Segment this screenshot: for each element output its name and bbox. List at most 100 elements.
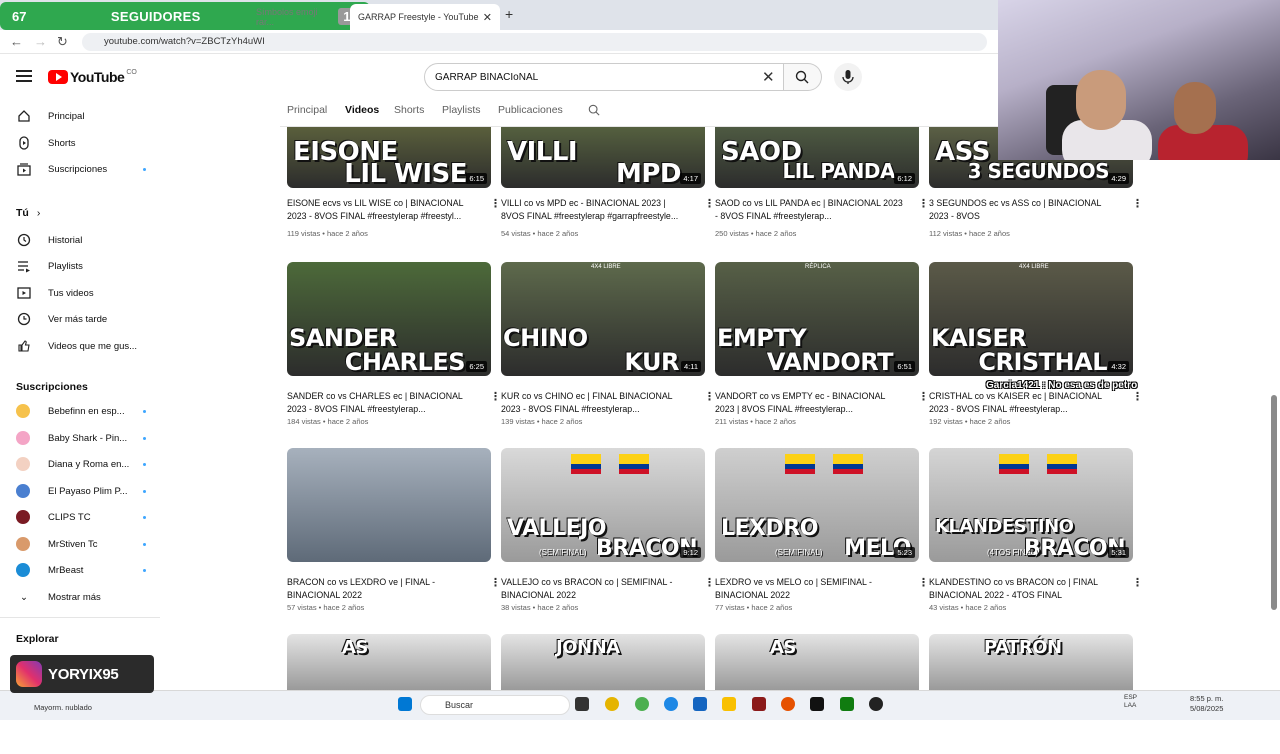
- video-thumbnail[interactable]: AS: [715, 634, 919, 690]
- video-card[interactable]: EISONE LIL WISE 6:15 EISONE ecvs vs LIL WIS…: [287, 127, 501, 247]
- task-view-icon[interactable]: [575, 697, 589, 711]
- forward-icon[interactable]: →: [34, 34, 47, 49]
- chrome-icon[interactable]: [635, 697, 649, 711]
- video-title[interactable]: VALLEJO co vs BRACON co | SEMIFINAL - BI…: [501, 576, 691, 602]
- url-field[interactable]: youtube.com/watch?v=ZBCTzYh4uWI: [82, 33, 987, 51]
- video-thumbnail[interactable]: AS: [287, 634, 491, 690]
- video-title[interactable]: KUR co vs CHINO ec | FINAL BINACIONAL 20…: [501, 390, 691, 416]
- sidebar-item-tus-videos[interactable]: Tus videos: [16, 283, 146, 303]
- video-thumbnail[interactable]: PATRÓN: [929, 634, 1133, 690]
- sidebar-item-suscripciones[interactable]: Suscripciones: [16, 159, 146, 179]
- tab-publicaciones[interactable]: Publicaciones: [498, 104, 563, 116]
- app-icon[interactable]: [605, 697, 619, 711]
- clear-search-icon[interactable]: ✕: [762, 68, 775, 86]
- edge-icon[interactable]: [664, 697, 678, 711]
- search-button[interactable]: [784, 63, 822, 91]
- subscription-item[interactable]: MrBeast: [16, 560, 146, 580]
- video-title[interactable]: KLANDESTINO co vs BRACON co | FINAL BINA…: [929, 576, 1119, 602]
- sidebar-you-header[interactable]: Tú ›: [16, 203, 146, 223]
- video-title[interactable]: VANDORT co vs EMPTY ec - BINACIONAL 2023…: [715, 390, 905, 416]
- youtube-logo[interactable]: YouTube CO: [48, 69, 137, 85]
- search-input[interactable]: GARRAP BINACIoNAL: [424, 63, 784, 91]
- browser-tab-emoji[interactable]: Símbolos emoji rar...: [248, 4, 344, 30]
- video-title[interactable]: 3 SEGUNDOS ec vs ASS co | BINACIONAL 202…: [929, 197, 1119, 223]
- video-card[interactable]: SANDER CHARLES 6:25 SANDER co vs CHARLES ec…: [287, 262, 501, 426]
- tiktok-icon[interactable]: [810, 697, 824, 711]
- video-thumbnail[interactable]: EMPTY VANDORT RÉPLICA 6:51: [715, 262, 919, 376]
- more-options-icon[interactable]: ⋮: [918, 576, 929, 589]
- more-options-icon[interactable]: ⋮: [918, 197, 929, 210]
- sidebar-item-liked-videos[interactable]: Videos que me gus...: [16, 336, 146, 356]
- more-options-icon[interactable]: ⋮: [1132, 197, 1143, 210]
- video-thumbnail[interactable]: LEXDRO MELO (SEMIFINAL) 5:23: [715, 448, 919, 562]
- subscription-item[interactable]: Diana y Roma en...: [16, 454, 146, 474]
- sidebar-item-shorts[interactable]: Shorts: [16, 133, 146, 153]
- video-title[interactable]: EISONE ecvs vs LIL WISE co | BINACIONAL …: [287, 197, 477, 223]
- more-options-icon[interactable]: ⋮: [490, 197, 501, 210]
- video-thumbnail[interactable]: JONNA: [501, 634, 705, 690]
- scrollbar-thumb[interactable]: [1271, 395, 1277, 610]
- new-tab-button[interactable]: +: [505, 6, 513, 22]
- close-tab-icon[interactable]: ✕: [483, 11, 492, 24]
- more-options-icon[interactable]: ⋮: [1132, 576, 1143, 589]
- weather-widget[interactable]: Mayorm. nublado: [34, 703, 92, 712]
- tab-principal[interactable]: Principal: [287, 104, 327, 116]
- sidebar-item-playlists[interactable]: Playlists: [16, 256, 146, 276]
- video-card[interactable]: KAISER CRISTHAL 4X4 LIBRE 4:32 CRISTHAL co v…: [929, 262, 1143, 426]
- sidebar-item-ver-mas-tarde[interactable]: Ver más tarde: [16, 309, 146, 329]
- video-card[interactable]: SAOD LIL PANDA 6:12 SAOD co vs LIL PANDA ec…: [715, 127, 929, 247]
- video-thumbnail[interactable]: VALLEJO BRACON (SEMIFINAL) 9:12: [501, 448, 705, 562]
- more-options-icon[interactable]: ⋮: [704, 390, 715, 403]
- video-card[interactable]: VALLEJO BRACON (SEMIFINAL) 9:12 VALLEJO co v…: [501, 448, 715, 612]
- more-options-icon[interactable]: ⋮: [704, 576, 715, 589]
- taskbar-search[interactable]: Buscar: [420, 695, 570, 715]
- illustrator-icon[interactable]: [752, 697, 766, 711]
- subscription-item[interactable]: CLIPS TC: [16, 507, 146, 527]
- video-card[interactable]: EMPTY VANDORT RÉPLICA 6:51 VANDORT co vs EMP…: [715, 262, 929, 426]
- tab-shorts[interactable]: Shorts: [394, 104, 424, 116]
- video-title[interactable]: VILLI co vs MPD ec - BINACIONAL 2023 | 8…: [501, 197, 691, 223]
- subscription-item[interactable]: El Payaso Plim P...: [16, 481, 146, 501]
- more-options-icon[interactable]: ⋮: [918, 390, 929, 403]
- video-thumbnail[interactable]: [287, 448, 491, 562]
- video-thumbnail[interactable]: SAOD LIL PANDA 6:12: [715, 127, 919, 188]
- sidebar-item-historial[interactable]: Historial: [16, 230, 146, 250]
- obs-icon[interactable]: [869, 697, 883, 711]
- voice-search-button[interactable]: [834, 63, 862, 91]
- language-indicator[interactable]: ESP LAA: [1124, 694, 1137, 710]
- video-thumbnail[interactable]: KLANDESTINO BRACON (4TOS FINAL) 5:31: [929, 448, 1133, 562]
- video-card[interactable]: CHINO KUR 4X4 LIBRE 4:11 KUR co vs CHINO ec …: [501, 262, 715, 426]
- more-options-icon[interactable]: ⋮: [490, 390, 501, 403]
- subscription-item[interactable]: MrStiven Tc: [16, 534, 146, 554]
- firefox-icon[interactable]: [781, 697, 795, 711]
- video-thumbnail[interactable]: SANDER CHARLES 6:25: [287, 262, 491, 376]
- more-options-icon[interactable]: ⋮: [490, 576, 501, 589]
- show-more-button[interactable]: ⌄ Mostrar más: [16, 587, 146, 607]
- tab-playlists[interactable]: Playlists: [442, 104, 481, 116]
- subscription-item[interactable]: Bebefinn en esp...: [16, 401, 146, 421]
- video-thumbnail[interactable]: VILLI MPD 4:17: [501, 127, 705, 188]
- browser-tab-youtube[interactable]: GARRAP Freestyle - YouTube ✕: [350, 4, 500, 30]
- video-thumbnail[interactable]: CHINO KUR 4X4 LIBRE 4:11: [501, 262, 705, 376]
- video-card[interactable]: KLANDESTINO BRACON (4TOS FINAL) 5:31 KLANDES…: [929, 448, 1143, 612]
- menu-icon[interactable]: [16, 70, 32, 82]
- video-title[interactable]: CRISTHAL co vs KAISER ec | BINACIONAL 20…: [929, 390, 1119, 416]
- more-options-icon[interactable]: ⋮: [1132, 390, 1143, 403]
- system-clock[interactable]: 8:55 p. m. 5/08/2025: [1190, 694, 1223, 714]
- back-icon[interactable]: ←: [10, 34, 23, 49]
- xbox-icon[interactable]: [840, 697, 854, 711]
- video-title[interactable]: LEXDRO ve vs MELO co | SEMIFINAL - BINAC…: [715, 576, 905, 602]
- video-title[interactable]: BRACON co vs LEXDRO ve | FINAL - BINACIO…: [287, 576, 477, 602]
- video-thumbnail[interactable]: KAISER CRISTHAL 4X4 LIBRE 4:32: [929, 262, 1133, 376]
- more-options-icon[interactable]: ⋮: [704, 197, 715, 210]
- store-icon[interactable]: [693, 697, 707, 711]
- sidebar-item-principal[interactable]: Principal: [16, 106, 146, 126]
- video-title[interactable]: SAOD co vs LIL PANDA ec | BINACIONAL 202…: [715, 197, 905, 223]
- video-card[interactable]: LEXDRO MELO (SEMIFINAL) 5:23 LEXDRO ve vs ME…: [715, 448, 929, 612]
- subscription-item[interactable]: Baby Shark - Pin...: [16, 428, 146, 448]
- windows-start-icon[interactable]: [398, 697, 412, 711]
- video-title[interactable]: SANDER co vs CHARLES ec | BINACIONAL 202…: [287, 390, 477, 416]
- video-card[interactable]: VILLI MPD 4:17 VILLI co vs MPD ec - BINACIO…: [501, 127, 715, 247]
- channel-search-icon[interactable]: [588, 104, 600, 119]
- tab-videos[interactable]: Videos: [345, 104, 379, 116]
